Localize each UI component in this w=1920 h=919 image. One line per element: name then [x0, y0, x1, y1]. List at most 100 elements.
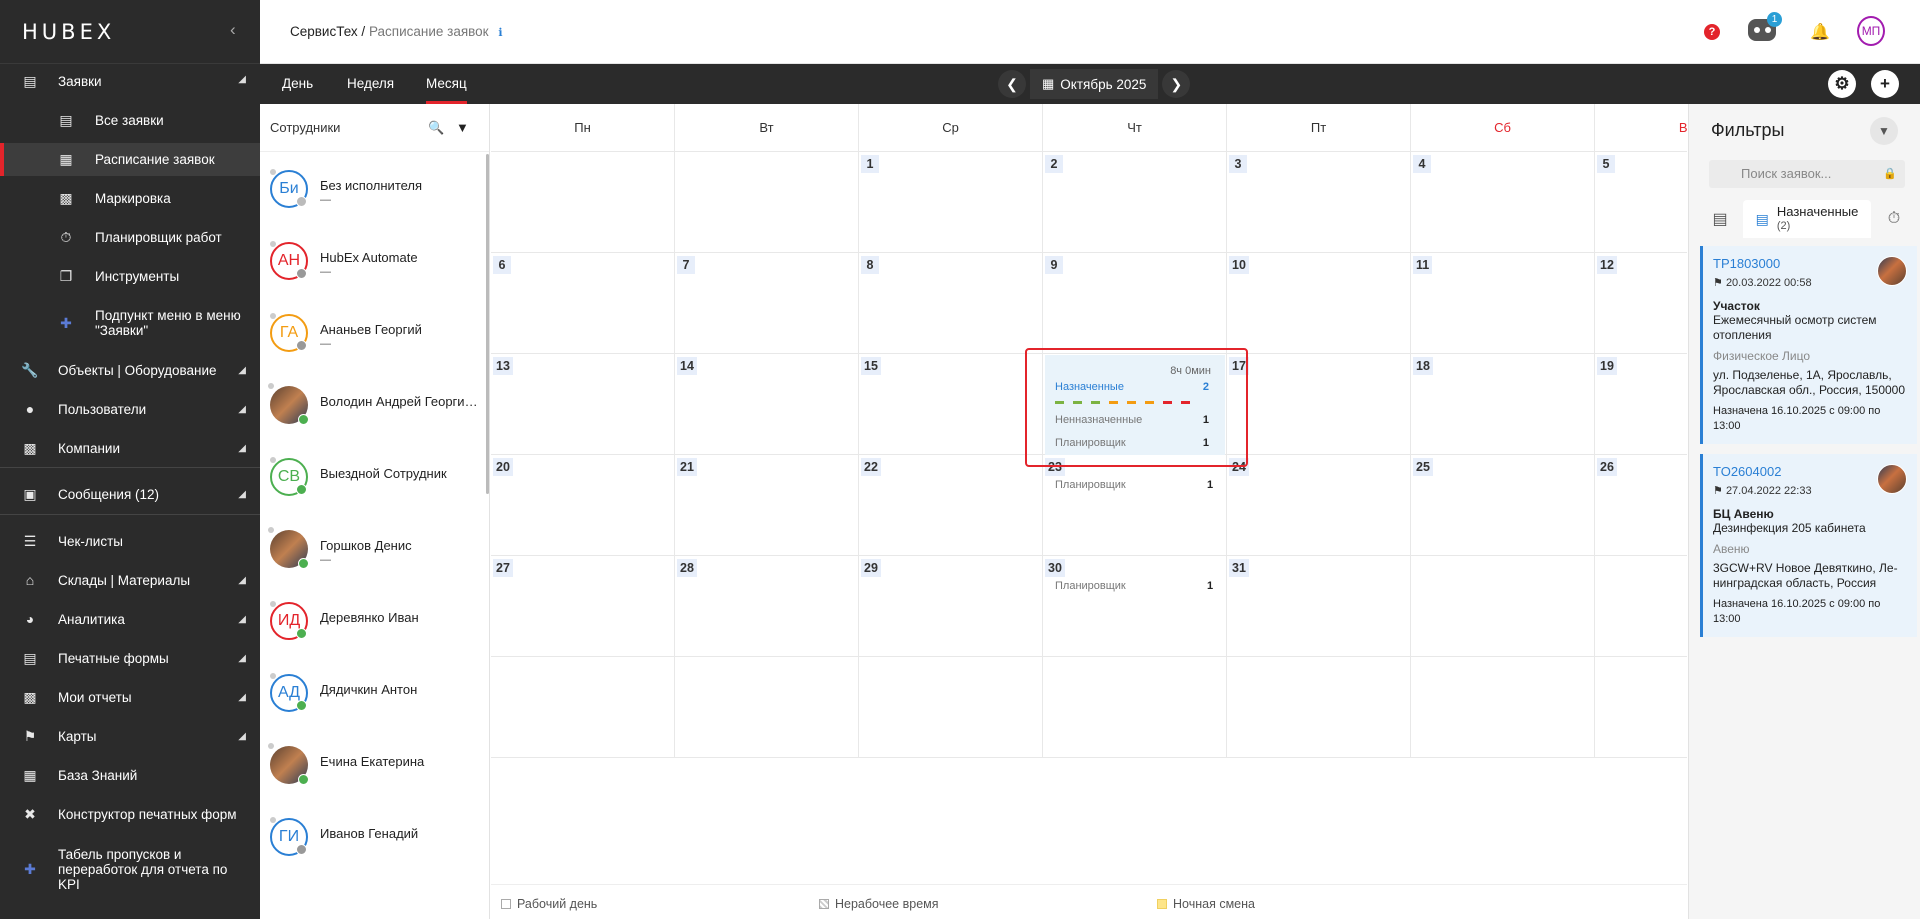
sidebar-item-kpi-timesheet[interactable]: ✚ Табель пропусков и переработок для отч… [0, 846, 260, 892]
filter-icon[interactable]: ▼ [456, 120, 469, 135]
sidebar-item-checklists[interactable]: ☰ Чек-листы [0, 533, 260, 549]
sidebar-item-analytics[interactable]: ◕ Аналитика ◢ [0, 611, 260, 627]
tab-unassigned[interactable]: ▤ [1701, 200, 1739, 238]
sidebar-item-companies[interactable]: ▩ Компании ◢ [0, 440, 260, 456]
filter-icon[interactable]: ▼ [1870, 117, 1898, 145]
day-cell[interactable]: 10 [1227, 253, 1411, 354]
sidebar-item-print-forms[interactable]: ▤ Печатные формы ◢ [0, 650, 260, 666]
tab-day[interactable]: День [282, 64, 313, 104]
request-address: 3GCW+RV Новое Девяткино, Ле-нинградская … [1713, 561, 1898, 590]
day-cell[interactable]: 31 [1227, 556, 1411, 657]
sidebar-item-planner[interactable]: ⏱ Планировщик работ [0, 221, 260, 254]
request-card[interactable]: TP1803000 ⚑ 20.03.2022 00:58 Участок Еже… [1700, 246, 1917, 444]
tab-month[interactable]: Месяц [426, 64, 467, 104]
employee-row[interactable]: Володин Андрей Георгиевич [260, 370, 490, 442]
day-23-planner-label[interactable]: Планировщик [1055, 479, 1126, 491]
month-picker[interactable]: ▦ Октябрь 2025 [1030, 69, 1159, 99]
search-icon[interactable]: 🔍 [428, 120, 444, 136]
sidebar-item-requests[interactable]: ▤ Заявки ◢ [0, 68, 260, 94]
day-cell[interactable]: 14 [675, 354, 859, 455]
sidebar-item-users[interactable]: ● Пользователи ◢ [0, 401, 260, 417]
employee-row[interactable]: Ечина Екатерина [260, 730, 490, 802]
sidebar-item-warehouses[interactable]: ⌂ Склады | Материалы ◢ [0, 572, 260, 588]
day-cell[interactable]: 19 [1595, 354, 1687, 455]
collapse-sidebar-icon[interactable]: ‹ [230, 20, 236, 40]
day-cell[interactable]: 23 [1043, 455, 1227, 556]
day-cell[interactable] [1595, 657, 1687, 758]
day-cell[interactable]: 27 [491, 556, 675, 657]
help-icon[interactable]: ? [1698, 18, 1726, 46]
employee-row[interactable]: ИД Деревянко Иван [260, 586, 490, 658]
day-cell[interactable]: 18 [1411, 354, 1595, 455]
day-30-planner-label[interactable]: Планировщик [1055, 580, 1126, 592]
sidebar-item-reports[interactable]: ▩ Мои отчеты ◢ [0, 689, 260, 705]
request-card[interactable]: TO2604002 ⚑ 27.04.2022 22:33 БЦ Авеню Де… [1700, 454, 1917, 637]
user-avatar[interactable]: МП [1857, 16, 1885, 46]
sidebar-item-objects[interactable]: 🔧 Объекты | Оборудование ◢ [0, 362, 260, 378]
chevron-left-icon[interactable]: ❮ [998, 70, 1026, 98]
breadcrumb-root[interactable]: СервисТех / [290, 24, 365, 39]
sidebar-item-messages[interactable]: ▣ Сообщения (12) ◢ [0, 486, 260, 502]
sidebar-item-form-builder[interactable]: ✖ Конструктор печатных форм [0, 806, 260, 822]
bell-icon[interactable]: 🔔 [1806, 18, 1834, 46]
day-number: 2 [1045, 155, 1063, 173]
add-button[interactable]: + [1871, 70, 1899, 98]
day-cell[interactable]: 26 [1595, 455, 1687, 556]
employee-row[interactable]: Горшков Денис — [260, 514, 490, 586]
info-icon[interactable]: ℹ [498, 27, 502, 39]
day-cell[interactable]: 20 [491, 455, 675, 556]
day-cell[interactable]: 7 [675, 253, 859, 354]
sidebar-item-maps[interactable]: ⚑ Карты ◢ [0, 728, 260, 744]
tab-planner[interactable]: ⏱ [1875, 200, 1913, 238]
employee-row[interactable]: ГА Ананьев Георгий — [260, 298, 490, 370]
employee-row[interactable]: АД Дядичкин Антон [260, 658, 490, 730]
employee-row[interactable]: ГИ Иванов Генадий [260, 802, 490, 874]
day-cell[interactable] [1043, 657, 1227, 758]
day-cell[interactable] [859, 657, 1043, 758]
day-cell[interactable] [1411, 657, 1595, 758]
sidebar-item-submenu[interactable]: ✚ Подпункт меню в меню "Заявки" [0, 306, 260, 340]
sidebar-item-schedule[interactable]: ▦ Расписание заявок [0, 143, 260, 176]
day-cell[interactable]: 30 [1043, 556, 1227, 657]
day-cell[interactable] [675, 657, 859, 758]
day-cell[interactable] [1411, 556, 1595, 657]
employee-row[interactable]: АН HubEx Automate — [260, 226, 490, 298]
day-cell[interactable] [491, 657, 675, 758]
day-cell[interactable]: 9 [1043, 253, 1227, 354]
day-cell[interactable] [675, 152, 859, 253]
day-cell[interactable]: 24 [1227, 455, 1411, 556]
day-cell[interactable]: 28 [675, 556, 859, 657]
sidebar-item-tools[interactable]: ❐ Инструменты [0, 260, 260, 293]
employee-row[interactable]: Би Без исполнителя — [260, 154, 490, 226]
day-cell[interactable]: 11 [1411, 253, 1595, 354]
sidebar-item-all-requests[interactable]: ▤ Все заявки [0, 104, 260, 137]
day-cell[interactable]: 5 [1595, 152, 1687, 253]
day-cell[interactable]: 3 [1227, 152, 1411, 253]
day-cell[interactable]: 22 [859, 455, 1043, 556]
day-cell[interactable]: 6 [491, 253, 675, 354]
day-cell[interactable]: 13 [491, 354, 675, 455]
employee-row[interactable]: СВ Выездной Сотрудник [260, 442, 490, 514]
tab-assigned[interactable]: ▤ Назначенные (2) [1743, 200, 1871, 238]
day-cell[interactable]: 17 [1227, 354, 1411, 455]
day-cell[interactable]: 8 [859, 253, 1043, 354]
day-cell[interactable] [1595, 556, 1687, 657]
day-cell[interactable]: 4 [1411, 152, 1595, 253]
day-cell[interactable]: 12 [1595, 253, 1687, 354]
day-cell[interactable] [491, 152, 675, 253]
robot-assistant-icon[interactable]: 1 [1748, 12, 1782, 44]
search-requests-input[interactable]: Поиск заявок... 🔒 [1709, 160, 1905, 188]
users-icon: ● [25, 401, 35, 417]
day-cell[interactable]: 21 [675, 455, 859, 556]
sidebar-item-marking[interactable]: ▩ Маркировка [0, 182, 260, 215]
day-cell[interactable] [1227, 657, 1411, 758]
day-cell[interactable]: 15 [859, 354, 1043, 455]
day-cell[interactable]: 2 [1043, 152, 1227, 253]
gear-icon[interactable]: ⚙ [1828, 70, 1856, 98]
chevron-right-icon[interactable]: ❯ [1162, 70, 1191, 98]
day-cell[interactable]: 25 [1411, 455, 1595, 556]
tab-week[interactable]: Неделя [347, 64, 394, 104]
sidebar-item-knowledge-base[interactable]: ▦ База Знаний [0, 767, 260, 783]
day-cell[interactable]: 29 [859, 556, 1043, 657]
day-cell[interactable]: 1 [859, 152, 1043, 253]
